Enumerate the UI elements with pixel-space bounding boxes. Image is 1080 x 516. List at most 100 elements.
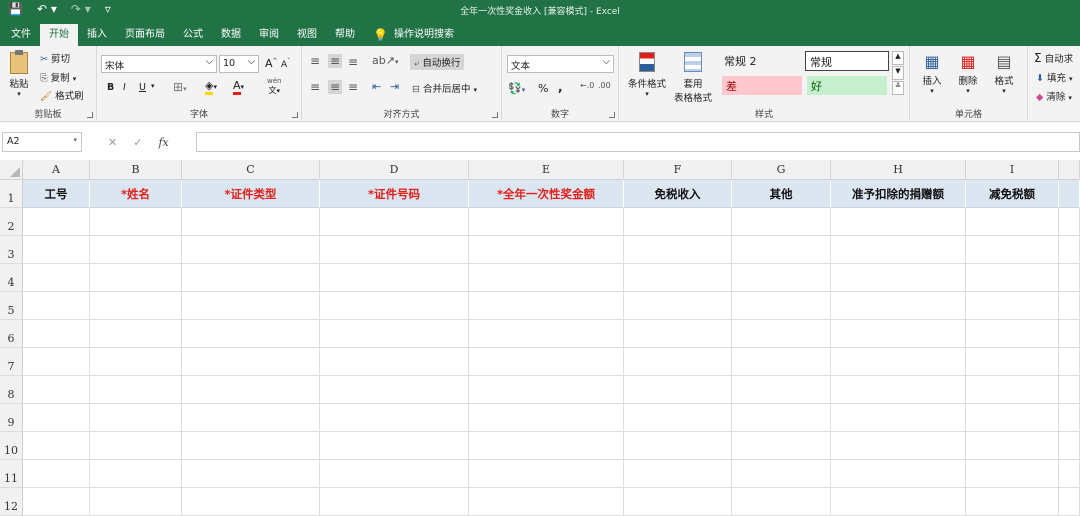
cell-a2[interactable] <box>23 208 90 236</box>
row-header-7[interactable]: 7 <box>0 348 23 376</box>
cell-h2[interactable] <box>831 208 966 236</box>
cell-d8[interactable] <box>320 376 469 404</box>
cell-f7[interactable] <box>624 348 732 376</box>
insert-function-button[interactable]: fx <box>158 136 168 149</box>
tab-formulas[interactable]: 公式 <box>174 24 212 46</box>
tab-page-layout[interactable]: 页面布局 <box>116 24 174 46</box>
row-header-3[interactable]: 3 <box>0 236 23 264</box>
cell-g8[interactable] <box>732 376 831 404</box>
clipboard-launcher[interactable] <box>87 112 93 118</box>
style-good[interactable]: 好 <box>807 76 887 95</box>
format-cells-button[interactable]: ▤ 格式 ▾ <box>990 52 1018 95</box>
styles-more-icon[interactable]: ≚ <box>892 81 904 95</box>
cell-h9[interactable] <box>831 404 966 432</box>
cell-g11[interactable] <box>732 460 831 488</box>
alignment-launcher[interactable] <box>492 112 498 118</box>
cell-a4[interactable] <box>23 264 90 292</box>
cell-h11[interactable] <box>831 460 966 488</box>
row-header-1[interactable]: 1 <box>0 180 23 208</box>
cell-h3[interactable] <box>831 236 966 264</box>
cell-f5[interactable] <box>624 292 732 320</box>
shrink-font-button[interactable]: Aˇ <box>281 58 290 70</box>
cell-i10[interactable] <box>966 432 1059 460</box>
cell-b9[interactable] <box>90 404 182 432</box>
cell-d2[interactable] <box>320 208 469 236</box>
cell-g7[interactable] <box>732 348 831 376</box>
cell-b10[interactable] <box>90 432 182 460</box>
header-cell-c1[interactable]: *证件类型 <box>182 180 320 208</box>
orientation-icon[interactable]: ab↗▾ <box>372 54 398 67</box>
cell-i4[interactable] <box>966 264 1059 292</box>
cell-g6[interactable] <box>732 320 831 348</box>
cell-e9[interactable] <box>469 404 624 432</box>
delete-cells-button[interactable]: ▦ 删除 ▾ <box>954 52 982 95</box>
cell-next7[interactable] <box>1059 348 1080 376</box>
cell-h4[interactable] <box>831 264 966 292</box>
row-header-10[interactable]: 10 <box>0 432 23 460</box>
cell-h6[interactable] <box>831 320 966 348</box>
cell-e12[interactable] <box>469 488 624 516</box>
cell-i8[interactable] <box>966 376 1059 404</box>
style-normal-2[interactable]: 常规 2 <box>720 51 802 71</box>
cell-b12[interactable] <box>90 488 182 516</box>
format-as-table-button[interactable]: 套用 表格格式 <box>669 52 717 104</box>
cell-next10[interactable] <box>1059 432 1080 460</box>
cell-c6[interactable] <box>182 320 320 348</box>
cancel-icon[interactable]: ✕ <box>108 136 117 149</box>
insert-cells-button[interactable]: ▦ 插入 ▾ <box>918 52 946 95</box>
align-center-icon[interactable]: ≡ <box>328 80 343 94</box>
cell-next2[interactable] <box>1059 208 1080 236</box>
tab-data[interactable]: 数据 <box>212 24 250 46</box>
autosum-button[interactable]: Σ 自动求 <box>1034 51 1073 65</box>
cell-e3[interactable] <box>469 236 624 264</box>
cell-next8[interactable] <box>1059 376 1080 404</box>
cell-c12[interactable] <box>182 488 320 516</box>
cell-c8[interactable] <box>182 376 320 404</box>
align-bottom-icon[interactable]: ≡ <box>348 55 358 69</box>
cell-i5[interactable] <box>966 292 1059 320</box>
cell-b4[interactable] <box>90 264 182 292</box>
header-cell-f1[interactable]: 免税收入 <box>624 180 732 208</box>
cell-g9[interactable] <box>732 404 831 432</box>
cell-h5[interactable] <box>831 292 966 320</box>
cell-d7[interactable] <box>320 348 469 376</box>
tab-review[interactable]: 审阅 <box>250 24 288 46</box>
cell-b7[interactable] <box>90 348 182 376</box>
cell-b11[interactable] <box>90 460 182 488</box>
header-cell-tail[interactable] <box>1059 180 1080 208</box>
column-header-e[interactable]: E <box>469 160 624 180</box>
cell-next4[interactable] <box>1059 264 1080 292</box>
cell-next3[interactable] <box>1059 236 1080 264</box>
column-header-a[interactable]: A <box>23 160 90 180</box>
cell-e4[interactable] <box>469 264 624 292</box>
bold-button[interactable]: B <box>107 82 114 93</box>
cell-c3[interactable] <box>182 236 320 264</box>
italic-button[interactable]: I <box>123 82 126 93</box>
cell-c2[interactable] <box>182 208 320 236</box>
cell-d4[interactable] <box>320 264 469 292</box>
cell-d12[interactable] <box>320 488 469 516</box>
select-all-button[interactable] <box>0 160 23 180</box>
cell-b3[interactable] <box>90 236 182 264</box>
cell-a9[interactable] <box>23 404 90 432</box>
cut-button[interactable]: ✂ 剪切 <box>40 51 70 65</box>
cell-a8[interactable] <box>23 376 90 404</box>
column-header-next[interactable] <box>1059 160 1080 180</box>
cell-i2[interactable] <box>966 208 1059 236</box>
conditional-formatting-button[interactable]: 条件格式 ▾ <box>625 52 669 98</box>
phonetic-icon[interactable]: wén 文▾ <box>267 77 281 96</box>
fill-button[interactable]: ⬇ 填充 ▾ <box>1036 70 1073 84</box>
cell-f3[interactable] <box>624 236 732 264</box>
cell-e5[interactable] <box>469 292 624 320</box>
cell-b8[interactable] <box>90 376 182 404</box>
cell-d6[interactable] <box>320 320 469 348</box>
comma-button[interactable]: , <box>558 80 563 94</box>
header-cell-h1[interactable]: 准予扣除的捐赠额 <box>831 180 966 208</box>
tab-home[interactable]: 开始 <box>40 24 78 46</box>
header-cell-b1[interactable]: *姓名 <box>90 180 182 208</box>
decrease-indent-icon[interactable]: ⇤ <box>372 80 381 93</box>
clear-button[interactable]: ◆ 清除 ▾ <box>1036 89 1072 103</box>
number-format-dropdown[interactable]: 文本 ⌵ <box>507 55 614 73</box>
header-cell-e1[interactable]: *全年一次性奖金额 <box>469 180 624 208</box>
cell-g3[interactable] <box>732 236 831 264</box>
